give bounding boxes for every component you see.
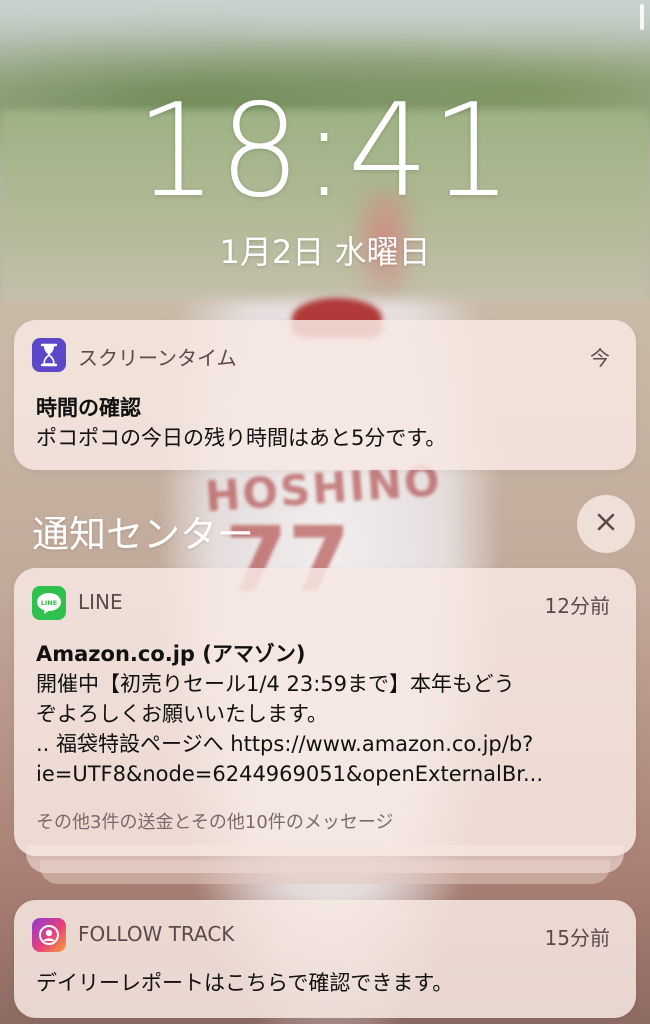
notification-line[interactable]: LINE LINE 12分前 Amazon.co.jp (アマゾン) 開催中【初… bbox=[14, 568, 636, 856]
line-chat-icon: LINE bbox=[32, 586, 66, 620]
notification-body: 開催中【初売りセール1/4 23:59まで】本年もどう ぞよろしくお願いいたしま… bbox=[36, 669, 612, 789]
notification-time: 12分前 bbox=[544, 594, 610, 618]
app-name: FOLLOW TRACK bbox=[78, 922, 235, 946]
lockscreen-date: 1月2日 水曜日 bbox=[219, 233, 431, 271]
clear-notifications-button[interactable] bbox=[577, 495, 635, 553]
follow-track-icon bbox=[32, 918, 66, 952]
more-notifications-summary: その他3件の送金とその他10件のメッセージ bbox=[36, 812, 394, 833]
close-icon bbox=[596, 512, 616, 536]
notification-body: デイリーレポートはこちらで確認できます。 bbox=[36, 971, 454, 995]
body-line: 開催中【初売りセール1/4 23:59まで】本年もどう bbox=[36, 672, 515, 696]
app-name: LINE bbox=[78, 590, 123, 614]
notification-followtrack[interactable]: FOLLOW TRACK 15分前 デイリーレポートはこちらで確認できます。 bbox=[14, 900, 636, 1018]
notification-center-title: 通知センター bbox=[32, 513, 254, 556]
body-line: ie=UTF8&node=6244969051&openExternalBr..… bbox=[36, 762, 544, 786]
hourglass-icon bbox=[32, 338, 66, 372]
body-line: ぞよろしくお願いいたします。 bbox=[36, 702, 328, 726]
body-line: .. 福袋特設ページへ https://www.amazon.co.jp/b? bbox=[36, 732, 534, 756]
notification-title: Amazon.co.jp (アマゾン) bbox=[36, 642, 306, 666]
notification-body: ポコポコの今日の残り時間はあと5分です。 bbox=[36, 426, 447, 450]
svg-text:LINE: LINE bbox=[41, 599, 57, 607]
app-name: スクリーンタイム bbox=[78, 346, 237, 370]
notification-time: 15分前 bbox=[544, 926, 610, 950]
scroll-indicator bbox=[640, 4, 644, 30]
lockscreen-time: 18:41 bbox=[135, 77, 515, 226]
notification-title: 時間の確認 bbox=[36, 396, 141, 420]
notification-screentime[interactable]: スクリーンタイム 今 時間の確認 ポコポコの今日の残り時間はあと5分です。 bbox=[14, 320, 636, 470]
notification-time: 今 bbox=[590, 346, 610, 370]
